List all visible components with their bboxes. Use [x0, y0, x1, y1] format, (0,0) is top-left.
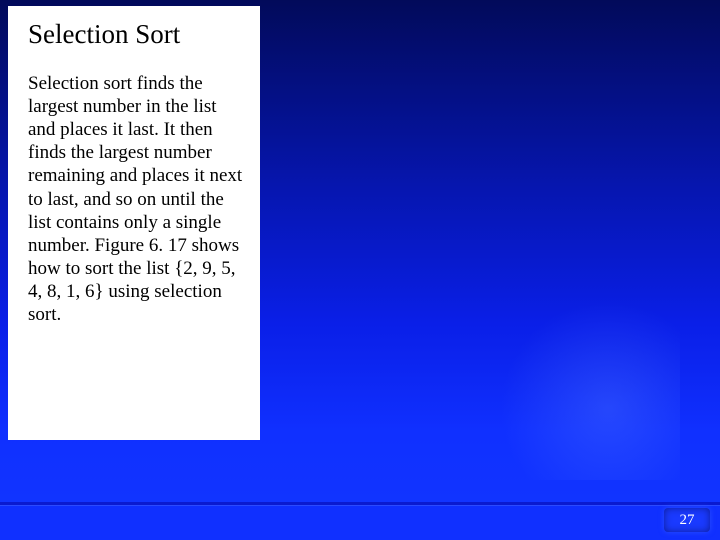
page-number: 27: [680, 512, 695, 529]
footer: 27: [0, 506, 720, 540]
slide-title: Selection Sort: [28, 20, 246, 50]
page-badge: 27: [664, 508, 710, 532]
slide-body-text: Selection sort finds the largest number …: [28, 72, 246, 327]
decorative-glow: [500, 300, 680, 480]
content-panel: Selection Sort Selection sort finds the …: [8, 6, 260, 440]
slide: Selection Sort Selection sort finds the …: [0, 0, 720, 540]
